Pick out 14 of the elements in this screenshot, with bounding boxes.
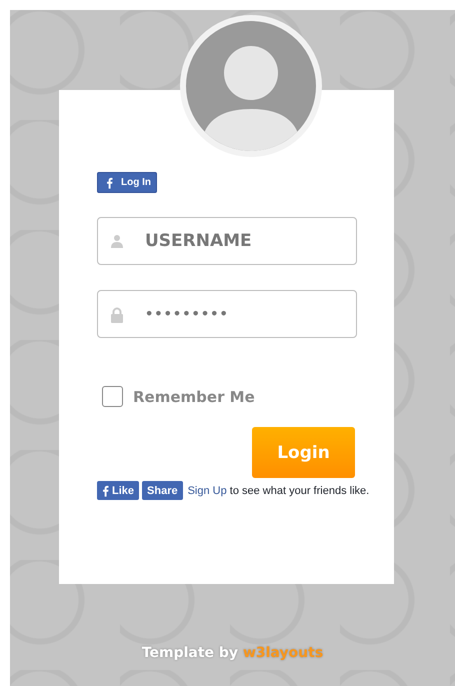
facebook-login-button[interactable]: Log In: [97, 172, 157, 193]
lock-icon: [110, 307, 124, 323]
user-icon: [110, 234, 124, 248]
remember-me-label: Remember Me: [133, 388, 255, 406]
remember-me-checkbox[interactable]: [102, 386, 123, 407]
password-field[interactable]: •••••••••: [97, 290, 357, 338]
like-button[interactable]: Like: [97, 481, 140, 500]
like-prompt-text: Sign Up to see what your friends like.: [188, 484, 370, 496]
footer-credit: Template by w3layouts: [140, 645, 324, 661]
share-button[interactable]: Share: [142, 481, 183, 500]
facebook-icon: [102, 484, 109, 496]
sign-up-link[interactable]: Sign Up: [188, 484, 227, 496]
facebook-icon: [106, 177, 113, 189]
username-field[interactable]: USERNAME: [97, 217, 357, 265]
